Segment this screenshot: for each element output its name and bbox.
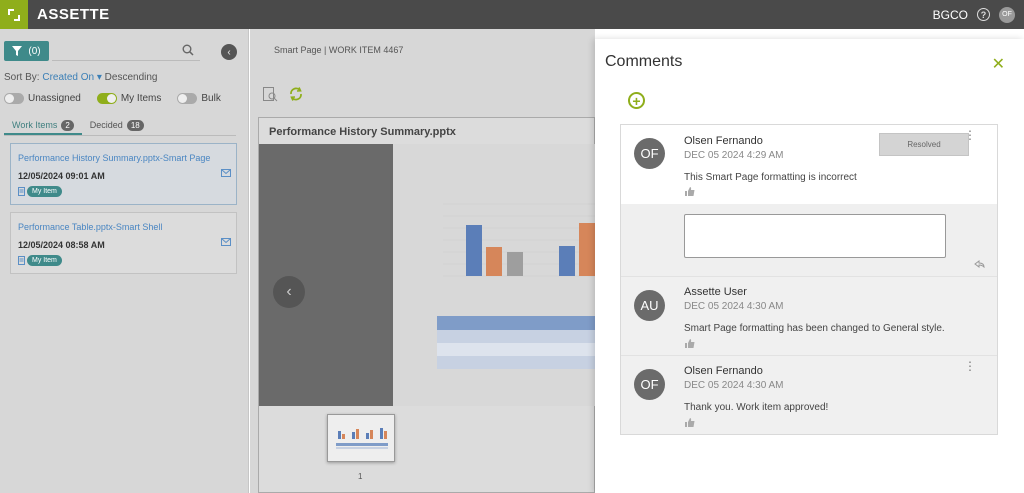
breadcrumb: Smart Page | WORK ITEM 4467 xyxy=(274,45,404,55)
chevron-down-icon: ▾ xyxy=(96,72,102,83)
work-items-panel: (0) ‹ Sort By: Created On ▾ Descending U… xyxy=(0,29,249,493)
reply-input[interactable] xyxy=(684,214,946,258)
sort-row: Sort By: Created On ▾ Descending xyxy=(4,72,157,83)
document-search-icon[interactable] xyxy=(262,86,278,102)
thumbnail-image xyxy=(328,415,394,461)
tab-count: 18 xyxy=(126,120,144,131)
more-options-icon[interactable]: ⋮ xyxy=(964,360,976,372)
status-badge: My Item xyxy=(27,255,62,266)
comment-author: Assette User xyxy=(684,286,747,298)
top-bar: ASSETTE BGCO ? OF xyxy=(0,0,1024,29)
comment-author: Olsen Fernando xyxy=(684,135,763,147)
comment-item: OF Olsen Fernando DEC 05 2024 4:29 AM Th… xyxy=(621,125,997,204)
slide-page xyxy=(393,144,596,406)
comment-item: OF Olsen Fernando DEC 05 2024 4:30 AM Th… xyxy=(621,355,997,434)
document-title: Performance History Summary.pptx xyxy=(269,126,456,138)
chevron-left-icon: ‹ xyxy=(227,46,231,58)
work-item-date: 12/05/2024 09:01 AM xyxy=(18,171,105,181)
toggle-bulk[interactable]: Bulk xyxy=(177,93,221,104)
toggle-label-bulk: Bulk xyxy=(201,93,221,104)
work-item-title[interactable]: Performance History Summary.pptx-Smart P… xyxy=(18,153,210,163)
collapse-panel-button[interactable]: ‹ xyxy=(221,44,237,60)
thumbnail-number: 1 xyxy=(358,472,363,481)
comment-author: Olsen Fernando xyxy=(684,365,763,377)
toggle-unassigned[interactable]: Unassigned xyxy=(4,93,81,104)
status-badge: My Item xyxy=(27,186,62,197)
toggle-label-my-items: My Items xyxy=(120,93,162,104)
switch-bulk[interactable] xyxy=(177,93,198,104)
toggle-my-items[interactable]: My Items xyxy=(96,93,162,104)
document-preview: Performance History Summary.pptx ‹ 1 xyxy=(258,117,596,493)
document-icon xyxy=(18,187,25,196)
reply-icon[interactable] xyxy=(974,260,985,268)
funnel-icon xyxy=(12,46,23,56)
preview-toolbar xyxy=(262,86,304,102)
comments-panel: Comments ✕ + OF Olsen Fernando DEC 05 20… xyxy=(595,39,1024,493)
comments-title: Comments xyxy=(605,53,683,70)
comment-text: This Smart Page formatting is incorrect xyxy=(684,172,857,183)
resolved-button[interactable]: Resolved xyxy=(879,133,969,156)
comment-date: DEC 05 2024 4:30 AM xyxy=(684,301,784,312)
comment-item: AU Assette User DEC 05 2024 4:30 AM Smar… xyxy=(621,276,997,355)
tab-work-items[interactable]: Work Items 2 xyxy=(4,118,82,135)
help-icon[interactable]: ? xyxy=(977,8,990,21)
thumbs-up-icon[interactable] xyxy=(685,418,695,427)
tab-count: 2 xyxy=(61,120,74,131)
reply-area xyxy=(621,204,997,276)
comment-avatar: OF xyxy=(634,369,665,400)
refresh-icon[interactable] xyxy=(288,86,304,102)
search-input[interactable] xyxy=(52,41,200,61)
filter-button[interactable]: (0) xyxy=(4,41,49,61)
comment-avatar: OF xyxy=(634,138,665,169)
switch-my-items[interactable] xyxy=(96,93,117,104)
sort-field-select[interactable]: Created On ▾ xyxy=(42,72,102,83)
previous-slide-button[interactable]: ‹ xyxy=(273,276,305,308)
more-options-icon[interactable]: ⋮ xyxy=(964,129,976,141)
filter-count: (0) xyxy=(28,45,41,57)
chevron-left-icon: ‹ xyxy=(286,283,292,300)
envelope-icon[interactable] xyxy=(221,169,231,177)
org-name[interactable]: BGCO xyxy=(933,8,968,22)
work-item-card[interactable]: Performance History Summary.pptx-Smart P… xyxy=(10,143,237,205)
document-icon xyxy=(18,256,25,265)
work-item-card[interactable]: Performance Table.pptx-Smart Shell 12/05… xyxy=(10,212,237,274)
filter-toggles: Unassigned My Items Bulk xyxy=(4,93,237,104)
thumbs-up-icon[interactable] xyxy=(685,187,695,196)
comment-date: DEC 05 2024 4:29 AM xyxy=(684,150,784,161)
comment-avatar: AU xyxy=(634,290,665,321)
comment-text: Smart Page formatting has been changed t… xyxy=(684,323,945,334)
tab-decided[interactable]: Decided 18 xyxy=(82,118,152,135)
preview-pane: Smart Page | WORK ITEM 4467 Performance … xyxy=(250,29,596,493)
tab-label: Work Items xyxy=(12,120,58,130)
close-icon[interactable]: ✕ xyxy=(992,54,1005,74)
slide-viewer: ‹ xyxy=(259,144,596,406)
thumbs-up-icon[interactable] xyxy=(685,339,695,348)
sort-order[interactable]: Descending xyxy=(105,72,158,83)
slide-thumbnail[interactable] xyxy=(327,414,395,462)
toggle-label-unassigned: Unassigned xyxy=(28,93,81,104)
search-icon[interactable] xyxy=(182,44,194,56)
app-name: ASSETTE xyxy=(37,6,110,23)
tab-label: Decided xyxy=(89,120,123,130)
comment-list: OF Olsen Fernando DEC 05 2024 4:29 AM Th… xyxy=(620,124,998,435)
item-tabs: Work Items 2 Decided 18 xyxy=(4,118,236,136)
work-item-title[interactable]: Performance Table.pptx-Smart Shell xyxy=(18,222,162,232)
slide-content xyxy=(437,203,596,369)
comment-text: Thank you. Work item approved! xyxy=(684,402,829,413)
work-item-date: 12/05/2024 08:58 AM xyxy=(18,240,105,250)
user-avatar[interactable]: OF xyxy=(999,6,1015,23)
logo-icon xyxy=(8,8,20,21)
switch-unassigned[interactable] xyxy=(4,93,24,104)
add-comment-button[interactable]: + xyxy=(628,92,645,109)
envelope-icon[interactable] xyxy=(221,238,231,246)
plus-icon: + xyxy=(632,92,641,109)
sort-by-label: Sort By: xyxy=(4,72,40,83)
app-logo[interactable] xyxy=(0,0,28,29)
comment-date: DEC 05 2024 4:30 AM xyxy=(684,380,784,391)
